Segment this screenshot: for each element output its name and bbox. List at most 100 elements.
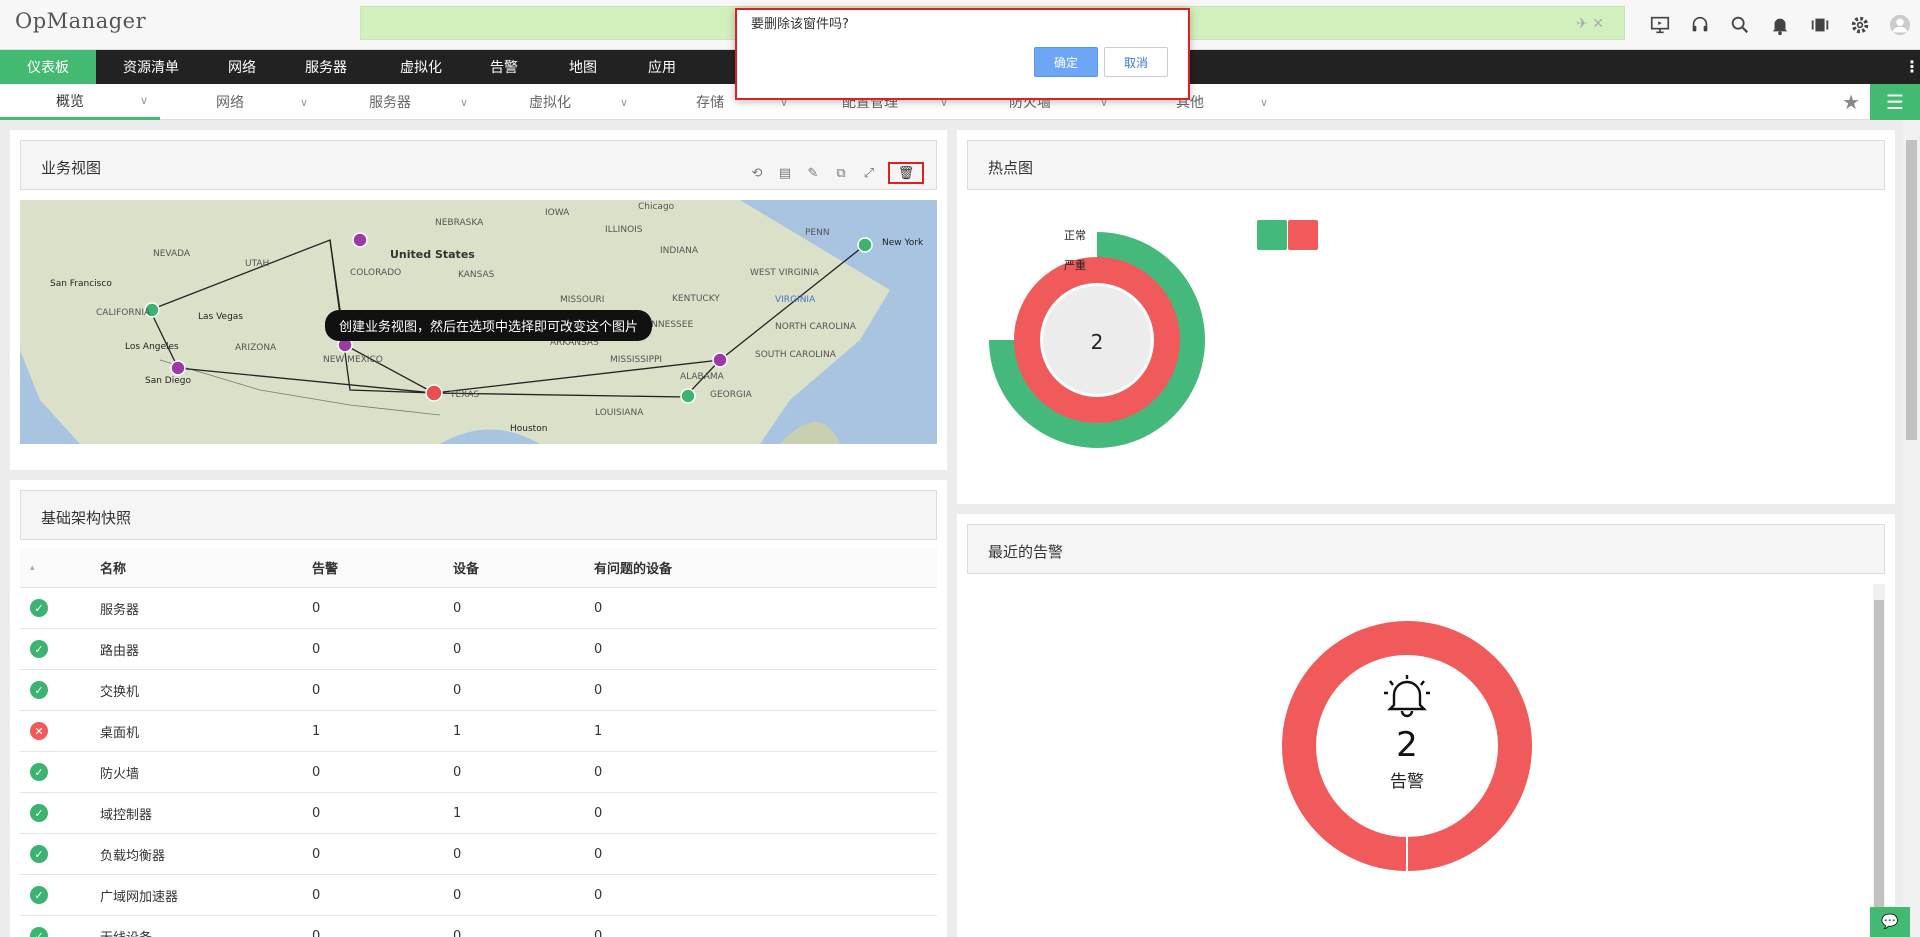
table-row[interactable]: ✓ 负载均衡器 0 0 0 [20, 834, 937, 875]
table-row[interactable]: ✓ 交换机 0 0 0 [20, 670, 937, 711]
alarms-cell[interactable]: 0 [312, 806, 453, 821]
chat-icon[interactable]: 💬 [1870, 907, 1910, 937]
name-cell[interactable]: 交换机 [100, 681, 312, 700]
devices-cell[interactable]: 0 [453, 683, 594, 698]
cancel-button[interactable]: 取消 [1104, 47, 1168, 77]
devices-cell[interactable]: 1 [453, 806, 594, 821]
subnav-overview[interactable]: 概览 ∨ [0, 84, 160, 120]
nav-inventory[interactable]: 资源清单 [96, 50, 206, 84]
refresh-icon[interactable]: ⟲ [748, 164, 766, 182]
legend-critical-swatch[interactable] [1288, 220, 1318, 250]
status-cell: ✓ [20, 927, 100, 937]
subnav-servers[interactable]: 服务器 ∨ [320, 84, 480, 120]
name-cell[interactable]: 路由器 [100, 640, 312, 659]
map-label: IOWA [545, 208, 570, 218]
alarms-cell[interactable]: 0 [312, 847, 453, 862]
devices-cell[interactable]: 0 [453, 642, 594, 657]
nav-apps[interactable]: 应用 [626, 50, 698, 84]
top-toolbar [1640, 10, 1920, 40]
nav-alarms[interactable]: 告警 [468, 50, 540, 84]
headset-icon[interactable] [1680, 10, 1720, 40]
problem-devices-cell[interactable]: 0 [594, 765, 794, 780]
table-row[interactable]: ✓ 服务器 0 0 0 [20, 588, 937, 629]
app-logo[interactable]: OpManager [15, 9, 146, 33]
star-icon[interactable]: ★ [1842, 90, 1860, 114]
copy-icon[interactable]: ⧉ [832, 164, 850, 182]
subnav-network[interactable]: 网络 ∨ [160, 84, 320, 120]
alerts-scrollbar[interactable] [1873, 584, 1885, 937]
user-avatar-icon[interactable] [1880, 10, 1920, 40]
alarms-cell[interactable]: 0 [312, 765, 453, 780]
table-row[interactable]: ✓ 路由器 0 0 0 [20, 629, 937, 670]
problem-devices-cell[interactable]: 0 [594, 683, 794, 698]
column-header[interactable]: 有问题的设备 [594, 558, 794, 577]
widget-header: 最近的告警 [967, 524, 1885, 574]
map-label: New York [882, 238, 924, 248]
alarms-cell[interactable]: 0 [312, 888, 453, 903]
problem-devices-cell[interactable]: 1 [594, 724, 794, 739]
nav-network[interactable]: 网络 [206, 50, 278, 84]
page-scrollbar[interactable] [1903, 120, 1920, 937]
nav-maps[interactable]: 地图 [540, 50, 626, 84]
name-cell[interactable]: 服务器 [100, 599, 312, 618]
table-row[interactable]: ✓ 防火墙 0 0 0 [20, 752, 937, 793]
search-icon[interactable] [1720, 10, 1760, 40]
confirm-button[interactable]: 确定 [1034, 47, 1098, 77]
add-widget-button[interactable]: ☰ [1870, 84, 1920, 120]
business-map[interactable]: NEBRASKA United States IOWA ILLINOIS IND… [20, 200, 937, 444]
widget-title: 基础架构快照 [41, 509, 132, 527]
alarms-cell[interactable]: 0 [312, 683, 453, 698]
expand-icon[interactable]: ⤢ [860, 164, 878, 182]
devices-cell[interactable]: 0 [453, 847, 594, 862]
problem-devices-cell[interactable]: 0 [594, 847, 794, 862]
name-cell[interactable]: 广域网加速器 [100, 886, 312, 905]
document-icon[interactable]: ▤ [776, 164, 794, 182]
table-row[interactable]: ✓无线设备000 [20, 916, 937, 937]
scrollbar-thumb[interactable] [1906, 140, 1917, 440]
table-row[interactable]: ✓ 广域网加速器 0 0 0 [20, 875, 937, 916]
devices-cell[interactable]: 0 [453, 888, 594, 903]
problem-devices-cell[interactable]: 0 [594, 888, 794, 903]
name-cell[interactable]: 无线设备 [100, 927, 312, 937]
nav-servers[interactable]: 服务器 [278, 50, 374, 84]
devices-cell[interactable]: 0 [453, 929, 594, 937]
name-cell[interactable]: 防火墙 [100, 763, 312, 782]
nav-dashboard[interactable]: 仪表板 [0, 50, 96, 84]
devices-cell[interactable]: 1 [453, 724, 594, 739]
name-cell[interactable]: 域控制器 [100, 804, 312, 823]
sort-icon[interactable]: ▴ [20, 563, 100, 573]
column-header[interactable]: 告警 [312, 558, 453, 577]
alarms-cell[interactable]: 1 [312, 724, 453, 739]
presentation-icon[interactable] [1640, 10, 1680, 40]
table-row[interactable]: ✓ 域控制器 0 1 0 [20, 793, 937, 834]
problem-devices-cell[interactable]: 0 [594, 642, 794, 657]
more-menu-icon[interactable]: ⋮ [1904, 57, 1920, 76]
table-row[interactable]: ✕ 桌面机 1 1 1 [20, 711, 937, 752]
devices-cell[interactable]: 0 [453, 601, 594, 616]
problem-devices-cell[interactable]: 0 [594, 929, 794, 937]
alarms-cell[interactable]: 0 [312, 601, 453, 616]
alarms-cell[interactable]: 0 [312, 642, 453, 657]
delete-icon[interactable]: 🗑 [888, 162, 924, 184]
column-header[interactable]: 名称 [100, 558, 312, 577]
edit-icon[interactable]: ✎ [804, 164, 822, 182]
bell-icon[interactable] [1760, 10, 1800, 40]
subnav-virtualization[interactable]: 虚拟化 ∨ [480, 84, 640, 120]
name-cell[interactable]: 负载均衡器 [100, 845, 312, 864]
problem-devices-cell[interactable]: 0 [594, 601, 794, 616]
map-label: CALIFORNIA [96, 308, 151, 318]
check-icon: ✓ [30, 763, 48, 781]
vibration-icon[interactable] [1800, 10, 1840, 40]
gear-icon[interactable] [1840, 10, 1880, 40]
map-label: Houston [510, 424, 548, 434]
alarms-cell[interactable]: 0 [312, 929, 453, 937]
nav-virtualization[interactable]: 虚拟化 [374, 50, 468, 84]
devices-cell[interactable]: 0 [453, 765, 594, 780]
status-cell: ✓ [20, 804, 100, 822]
name-cell[interactable]: 桌面机 [100, 722, 312, 741]
column-header[interactable]: 设备 [453, 558, 594, 577]
problem-devices-cell[interactable]: 0 [594, 806, 794, 821]
legend-normal-swatch[interactable] [1257, 220, 1287, 250]
rocket-icon[interactable]: ✈ ✕ [1576, 16, 1604, 32]
scrollbar-thumb[interactable] [1874, 600, 1884, 920]
